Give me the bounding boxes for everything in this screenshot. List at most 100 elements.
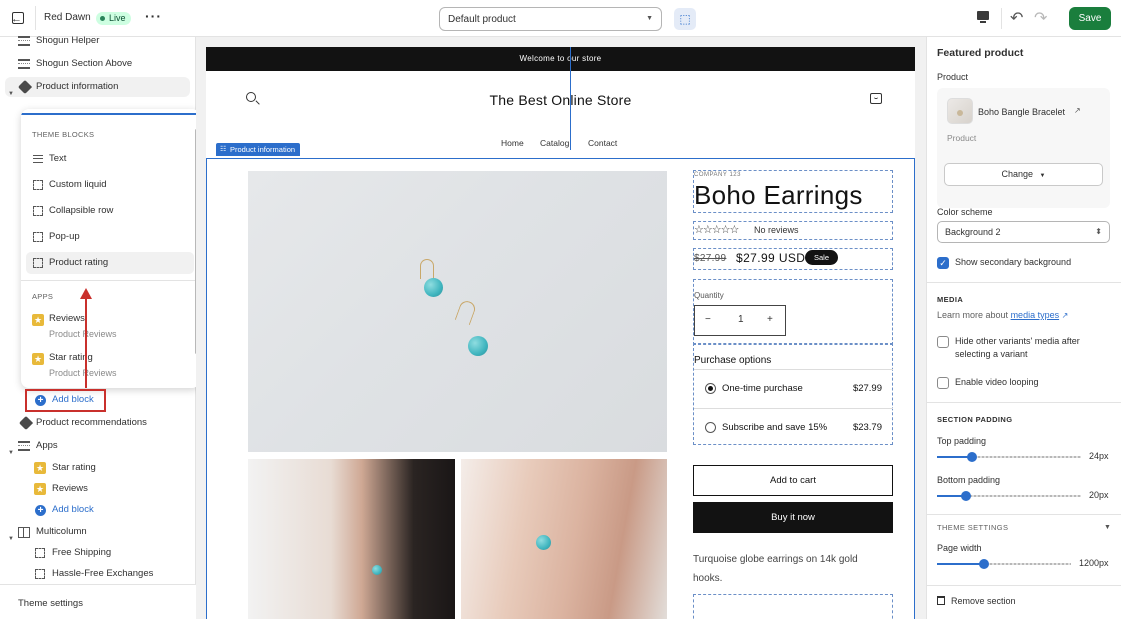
nav-link-home[interactable]: Home bbox=[501, 138, 524, 148]
quantity-stepper[interactable]: − 1 + bbox=[694, 305, 786, 336]
hide-variants-checkbox[interactable] bbox=[937, 336, 949, 348]
top-padding-slider[interactable] bbox=[937, 452, 1081, 462]
block-outline-next[interactable] bbox=[693, 594, 893, 619]
purchase-option-subscribe[interactable]: Subscribe and save 15% $23.79 bbox=[694, 408, 893, 446]
media-header: MEDIA bbox=[937, 295, 964, 304]
app-option-star-rating[interactable]: ★ Star rating Product Reviews bbox=[26, 347, 194, 385]
tag-icon bbox=[18, 415, 34, 431]
star-rating-icons: ☆☆☆☆☆ bbox=[694, 224, 739, 236]
chevron-down-icon: ▼ bbox=[1039, 173, 1046, 179]
add-to-cart-button[interactable]: Add to cart bbox=[693, 465, 893, 496]
save-button[interactable]: Save bbox=[1069, 7, 1111, 30]
block-option-product-rating[interactable]: Product rating bbox=[26, 252, 194, 274]
sidebar-item-reviews[interactable]: ★ Reviews bbox=[0, 479, 190, 499]
chevron-down-icon: ▼ bbox=[8, 91, 14, 97]
sale-price: $27.99 USD bbox=[736, 251, 806, 265]
desktop-view-icon[interactable] bbox=[976, 10, 990, 24]
block-icon bbox=[35, 569, 45, 579]
block-option-collapsible-row[interactable]: Collapsible row bbox=[26, 200, 194, 222]
product-image-model-2[interactable] bbox=[461, 459, 667, 619]
purchase-option-name: One-time purchase bbox=[722, 383, 803, 394]
product-thumbnail bbox=[947, 98, 973, 124]
page-width-slider[interactable] bbox=[937, 559, 1071, 569]
nav-link-catalog[interactable]: Catalog bbox=[540, 138, 569, 148]
sidebar-item-label: Star rating bbox=[52, 462, 96, 473]
redo-icon[interactable]: ↷ bbox=[1034, 8, 1047, 28]
sidebar-item-hassle-free-exchanges[interactable]: Hassle-Free Exchanges bbox=[0, 564, 190, 584]
sidebar-item-shogun-helper[interactable]: Shogun Helper bbox=[0, 31, 190, 51]
sidebar-item-multicolumn[interactable]: ▼ Multicolumn bbox=[0, 522, 190, 542]
template-select[interactable]: Default product ▼ bbox=[439, 7, 662, 31]
theme-settings-button[interactable]: Theme settings bbox=[0, 584, 196, 619]
radio-selected-icon[interactable] bbox=[705, 383, 716, 394]
earring-bead bbox=[372, 565, 382, 575]
sidebar-item-free-shipping[interactable]: Free Shipping bbox=[0, 543, 190, 563]
exit-icon[interactable]: ← bbox=[9, 9, 27, 27]
purchase-options-label: Purchase options bbox=[694, 355, 772, 366]
sidebar-item-add-block-apps[interactable]: + Add block bbox=[0, 500, 190, 520]
product-image-main[interactable] bbox=[248, 171, 667, 452]
color-scheme-select[interactable]: Background 2 ⬍ bbox=[937, 221, 1110, 243]
video-looping-label: Enable video looping bbox=[955, 377, 1039, 387]
quantity-minus-button[interactable]: − bbox=[705, 314, 711, 325]
bottom-padding-slider[interactable] bbox=[937, 491, 1081, 501]
block-option-label: Pop-up bbox=[49, 231, 80, 242]
store-preview: Welcome to our store The Best Online Sto… bbox=[196, 37, 926, 619]
app-option-reviews[interactable]: ★ Reviews Product Reviews bbox=[26, 308, 194, 346]
external-link-icon[interactable]: ↗ bbox=[1074, 106, 1081, 115]
star-icon: ★ bbox=[32, 353, 44, 365]
block-option-pop-up[interactable]: Pop-up bbox=[26, 226, 194, 248]
remove-section-button[interactable]: Remove section bbox=[937, 596, 1016, 606]
external-link-icon[interactable]: ↗ bbox=[1062, 311, 1069, 320]
media-types-link[interactable]: media types bbox=[1011, 310, 1060, 320]
sidebar-item-label: Product recommendations bbox=[36, 417, 147, 428]
section-label-tag: Product information bbox=[216, 143, 301, 156]
slider-thumb[interactable] bbox=[978, 559, 989, 569]
nav-link-contact[interactable]: Contact bbox=[588, 138, 617, 148]
annotation-arrow bbox=[85, 298, 87, 388]
earring-bead bbox=[424, 278, 443, 297]
top-padding-label: Top padding bbox=[937, 436, 987, 446]
tag-icon bbox=[17, 79, 33, 95]
sidebar-item-product-information[interactable]: ▼ Product information bbox=[5, 77, 190, 97]
section-icon bbox=[18, 59, 30, 69]
undo-icon[interactable]: ↶ bbox=[1010, 8, 1023, 28]
video-looping-checkbox[interactable] bbox=[937, 377, 949, 389]
show-secondary-bg-checkbox[interactable]: ✓ bbox=[937, 257, 949, 269]
slider-thumb[interactable] bbox=[966, 452, 977, 462]
add-circle-icon: + bbox=[35, 505, 46, 516]
block-option-text[interactable]: Text bbox=[26, 148, 194, 170]
theme-settings-header: THEME SETTINGS bbox=[937, 523, 1009, 532]
product-title: Boho Earrings bbox=[694, 180, 863, 210]
sidebar-item-apps[interactable]: ▼ Apps bbox=[0, 436, 190, 456]
earring-bead bbox=[536, 535, 551, 550]
radio-unselected-icon[interactable] bbox=[705, 422, 716, 433]
apps-header: APPS bbox=[32, 292, 54, 301]
buy-now-button[interactable]: Buy it now bbox=[693, 502, 893, 533]
more-actions-icon[interactable]: ··· bbox=[145, 8, 162, 24]
slider-thumb[interactable] bbox=[960, 491, 971, 501]
inspector-icon[interactable]: ⬚ bbox=[674, 8, 696, 30]
sale-badge: Sale bbox=[805, 250, 839, 265]
product-image-model-1[interactable] bbox=[248, 459, 455, 619]
quantity-plus-button[interactable]: + bbox=[767, 314, 773, 325]
change-product-button[interactable]: Change ▼ bbox=[944, 163, 1103, 186]
block-option-custom-liquid[interactable]: Custom liquid bbox=[26, 174, 194, 196]
chevron-down-icon[interactable]: ▼ bbox=[1104, 524, 1111, 531]
block-option-label: Custom liquid bbox=[49, 179, 107, 190]
store-title[interactable]: The Best Online Store bbox=[206, 92, 915, 108]
star-icon: ★ bbox=[34, 483, 46, 495]
purchase-option-one-time[interactable]: One-time purchase $27.99 bbox=[694, 369, 893, 407]
cart-icon[interactable] bbox=[870, 93, 882, 104]
earring-hook bbox=[420, 259, 434, 279]
annotation-highlight-box bbox=[25, 389, 106, 412]
section-padding-header: SECTION PADDING bbox=[937, 415, 1013, 424]
sidebar-item-star-rating[interactable]: ★ Star rating bbox=[0, 458, 190, 478]
live-badge: Live bbox=[96, 12, 131, 25]
sidebar-item-shogun-section-above[interactable]: Shogun Section Above bbox=[0, 54, 190, 74]
store-name: Red Dawn bbox=[44, 12, 91, 23]
sidebar-item-product-recommendations[interactable]: Product recommendations bbox=[0, 413, 190, 433]
sidebar-item-label: Add block bbox=[52, 504, 94, 515]
section-icon bbox=[18, 36, 30, 46]
selected-product-name[interactable]: Boho Bangle Bracelet bbox=[978, 107, 1065, 117]
